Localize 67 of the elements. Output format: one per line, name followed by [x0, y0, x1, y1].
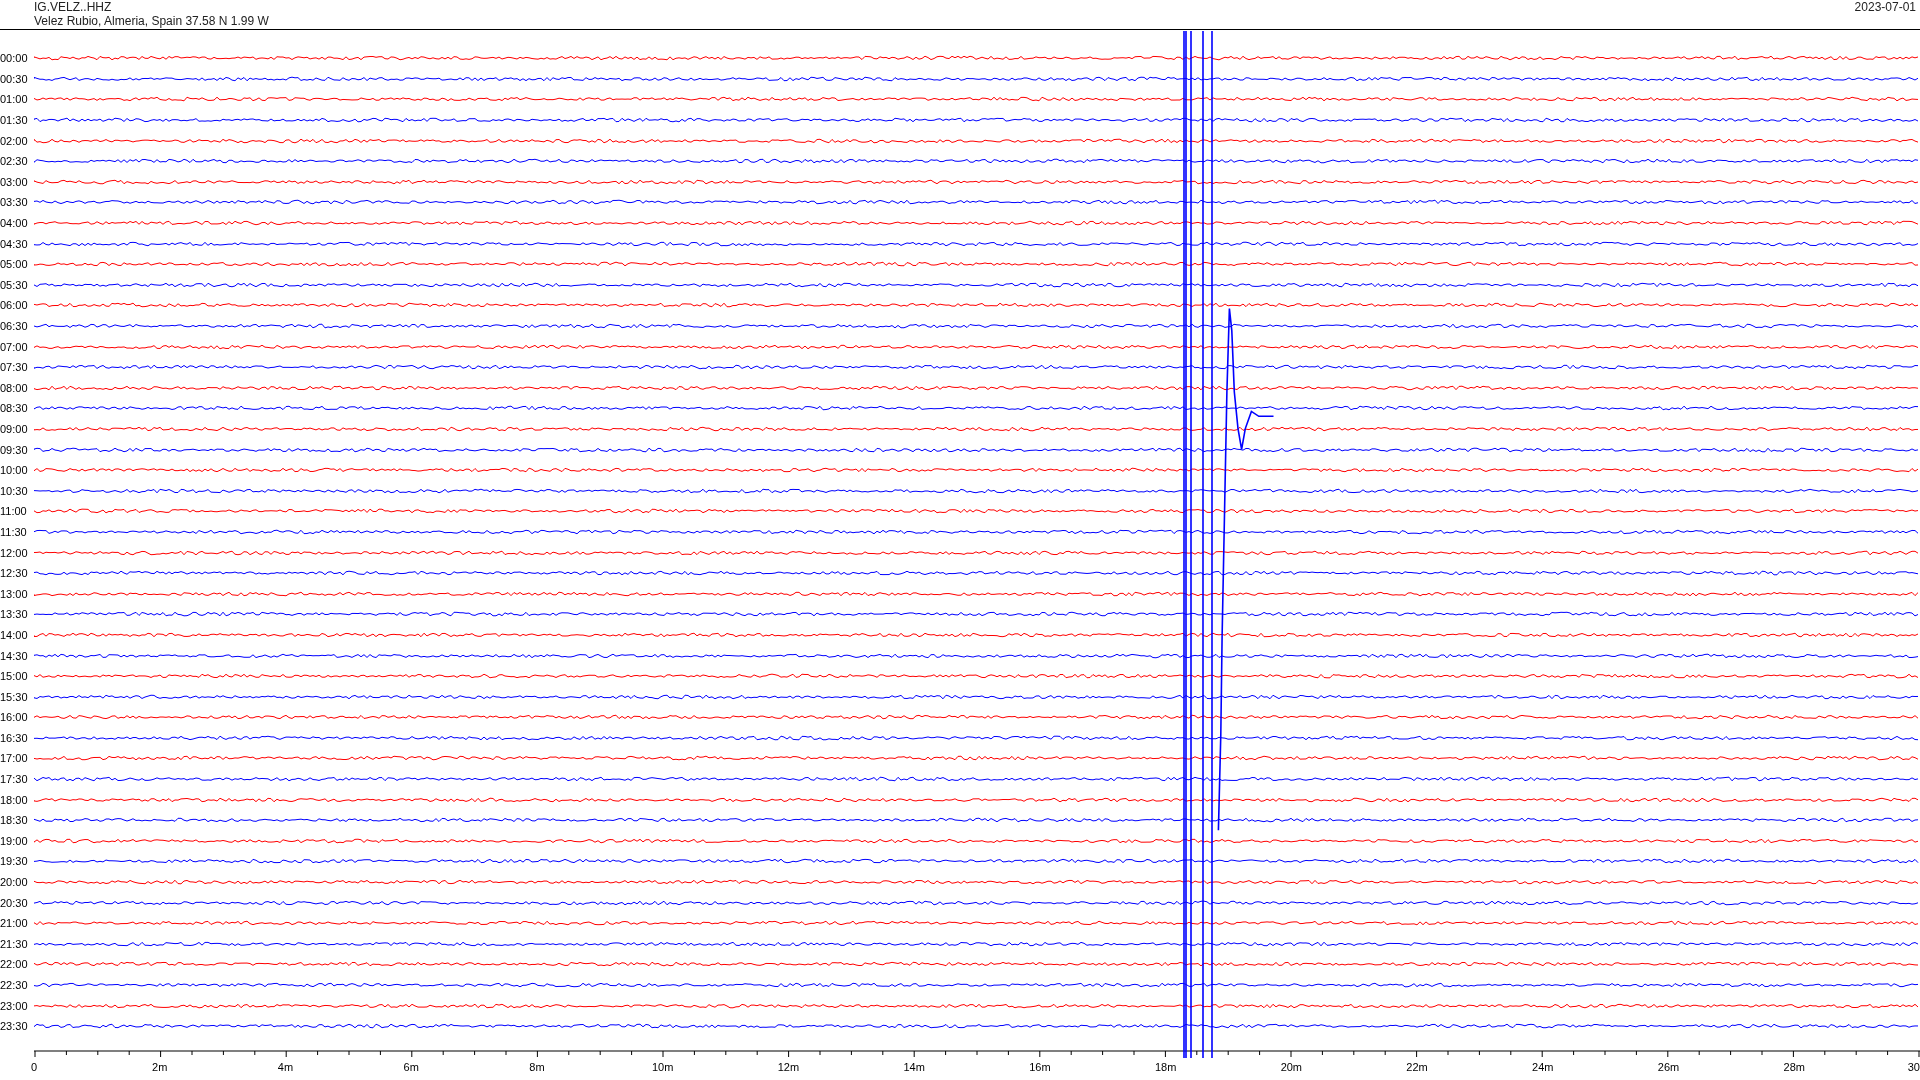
time-label: 16:00: [0, 711, 29, 724]
time-label: 00:00: [0, 52, 29, 65]
time-label: 14:30: [0, 649, 29, 662]
time-label: 01:30: [0, 114, 29, 127]
axis-tick-label: 24m: [1532, 1060, 1554, 1073]
time-label: 02:30: [0, 155, 29, 168]
time-label: 06:30: [0, 320, 29, 332]
axis-tick-label: 12m: [777, 1060, 800, 1073]
time-label: 01:00: [0, 93, 29, 106]
time-label: 17:30: [0, 773, 29, 786]
axis-tick-label: 18m: [1154, 1060, 1177, 1073]
axis-tick-label: 30: [1907, 1060, 1920, 1073]
time-label: 16:30: [0, 731, 29, 744]
time-label: 23:00: [0, 999, 29, 1012]
time-label: 07:30: [0, 361, 29, 374]
time-label: 06:00: [0, 299, 29, 312]
time-label: 23:30: [0, 1020, 29, 1033]
station-location: Velez Rubio, Almeria, Spain 37.58 N 1.99 W: [34, 14, 269, 28]
axis-tick-label: 28m: [1783, 1060, 1805, 1073]
time-label: 12:00: [0, 546, 29, 559]
time-label: 21:30: [0, 937, 29, 950]
time-label: 11:30: [0, 525, 28, 538]
axis-tick-label: 0: [30, 1060, 38, 1073]
time-label: 15:00: [0, 670, 29, 683]
date-label: 2023-07-01: [1854, 0, 1916, 16]
time-label: 17:00: [0, 752, 29, 765]
time-label: 20:00: [0, 876, 29, 889]
station-code: IG.VELZ..HHZ: [34, 0, 113, 14]
time-label: 07:00: [0, 340, 29, 353]
axis-tick-label: 26m: [1657, 1060, 1680, 1073]
time-label: 12:30: [0, 567, 29, 580]
axis-tick-label: 16m: [1029, 1060, 1051, 1073]
axis-tick-label: 14m: [903, 1060, 925, 1073]
time-label: 22:00: [0, 958, 29, 971]
time-label: 03:30: [0, 196, 29, 209]
time-label: 14:00: [0, 628, 29, 641]
axis-tick-label: 20m: [1280, 1060, 1303, 1073]
axis-tick-label: 10m: [651, 1060, 674, 1073]
time-label: 10:30: [0, 484, 29, 497]
axis-tick-label: 4m: [277, 1060, 294, 1073]
time-label: 13:30: [0, 608, 29, 621]
time-label: 09:00: [0, 423, 29, 435]
axis-tick-label: 2m: [152, 1060, 168, 1073]
time-label: 15:30: [0, 690, 29, 703]
time-label: 08:30: [0, 402, 29, 415]
time-label: 11:00: [0, 505, 28, 518]
time-label: 22:30: [0, 979, 29, 991]
time-label: 10:00: [0, 464, 29, 477]
time-label: 04:00: [0, 217, 29, 230]
time-label: 19:00: [0, 834, 29, 847]
axis-tick-label: 6m: [403, 1060, 419, 1073]
time-label: 05:00: [0, 258, 29, 271]
time-label: 18:00: [0, 793, 29, 806]
time-label: 00:30: [0, 72, 29, 85]
axis-tick-label: 8m: [529, 1060, 545, 1073]
time-label: 20:30: [0, 896, 29, 909]
time-label: 04:30: [0, 237, 29, 250]
time-label: 05:30: [0, 278, 29, 291]
time-label: 02:00: [0, 134, 29, 147]
time-label: 13:00: [0, 587, 29, 600]
time-label: 08:00: [0, 381, 29, 394]
time-label: 03:00: [0, 175, 29, 188]
time-label: 21:00: [0, 917, 29, 930]
axis-tick-label: 22m: [1406, 1060, 1428, 1073]
time-label: 09:30: [0, 443, 29, 456]
time-label: 19:30: [0, 855, 29, 868]
time-label: 18:30: [0, 814, 29, 827]
